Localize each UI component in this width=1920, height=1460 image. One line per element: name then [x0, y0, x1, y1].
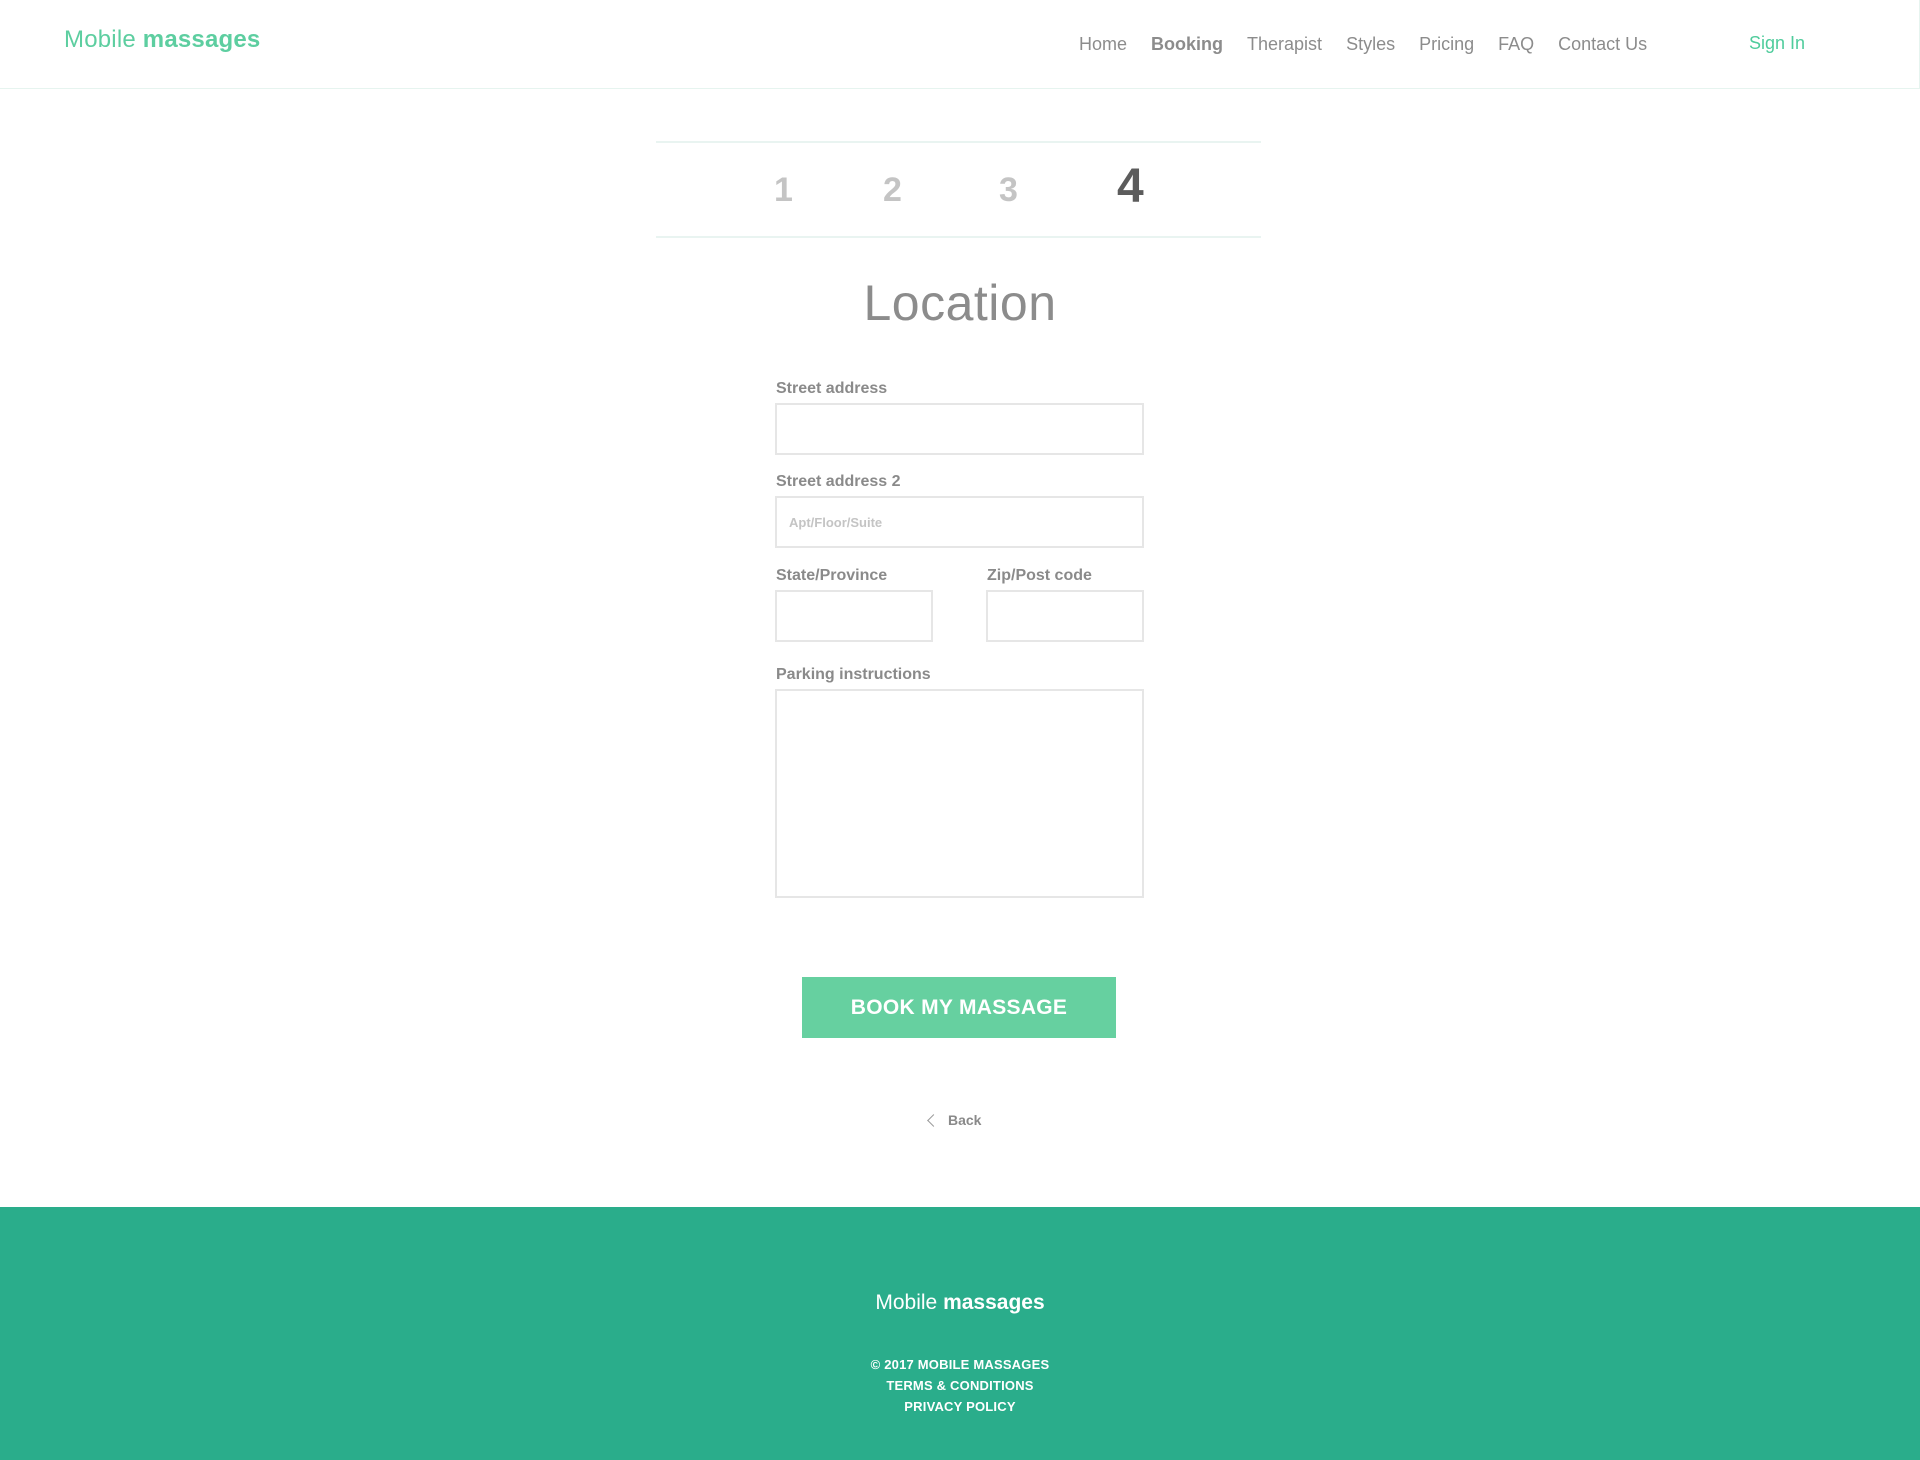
footer-logo[interactable]: Mobile massages — [0, 1291, 1920, 1315]
nav-faq[interactable]: FAQ — [1498, 34, 1534, 55]
booking-steps: 1 2 3 4 — [656, 141, 1261, 238]
parking-label: Parking instructions — [776, 666, 931, 683]
footer-logo-bold: massages — [943, 1291, 1045, 1314]
parking-textarea[interactable] — [775, 689, 1144, 898]
street-address2-label: Street address 2 — [776, 473, 901, 490]
logo-bold-text: massages — [142, 26, 261, 53]
nav-home[interactable]: Home — [1079, 34, 1127, 55]
step-1[interactable]: 1 — [774, 171, 793, 210]
footer-terms-link[interactable]: TERMS & CONDITIONS — [0, 1375, 1920, 1396]
footer-copyright: © 2017 MOBILE MASSAGES — [870, 1357, 1050, 1372]
state-label: State/Province — [776, 567, 888, 584]
sign-in-link[interactable]: Sign In — [1749, 33, 1805, 54]
step-4-current: 4 — [1117, 160, 1144, 213]
nav-booking[interactable]: Booking — [1151, 34, 1223, 55]
main-nav: Home Booking Therapist Styles Pricing FA… — [1079, 34, 1671, 55]
book-my-massage-button[interactable]: BOOK MY MASSAGE — [802, 977, 1116, 1038]
street-address2-input[interactable] — [775, 496, 1144, 548]
state-input[interactable] — [775, 590, 933, 642]
footer-logo-light: Mobile — [875, 1291, 938, 1314]
chevron-left-icon — [927, 1113, 940, 1127]
page-title: Location — [863, 275, 1057, 331]
site-footer: Mobile massages © 2017 MOBILE MASSAGES T… — [0, 1207, 1920, 1460]
footer-links: © 2017 MOBILE MASSAGES TERMS & CONDITION… — [0, 1354, 1920, 1417]
nav-therapist[interactable]: Therapist — [1247, 34, 1322, 55]
street-address-input[interactable] — [775, 403, 1144, 455]
zip-input[interactable] — [986, 590, 1144, 642]
footer-privacy-link[interactable]: PRIVACY POLICY — [0, 1396, 1920, 1417]
site-header: Mobile massages Home Booking Therapist S… — [0, 0, 1920, 89]
nav-contact-us[interactable]: Contact Us — [1558, 34, 1647, 55]
nav-pricing[interactable]: Pricing — [1419, 34, 1474, 55]
step-2[interactable]: 2 — [883, 171, 902, 210]
site-logo[interactable]: Mobile massages — [64, 26, 260, 54]
zip-label: Zip/Post code — [987, 567, 1092, 584]
nav-styles[interactable]: Styles — [1346, 34, 1395, 55]
back-link[interactable]: Back — [927, 1112, 982, 1128]
back-label: Back — [948, 1112, 982, 1128]
step-3[interactable]: 3 — [999, 171, 1018, 210]
street-address-label: Street address — [776, 380, 888, 397]
logo-light-text: Mobile — [64, 26, 136, 53]
